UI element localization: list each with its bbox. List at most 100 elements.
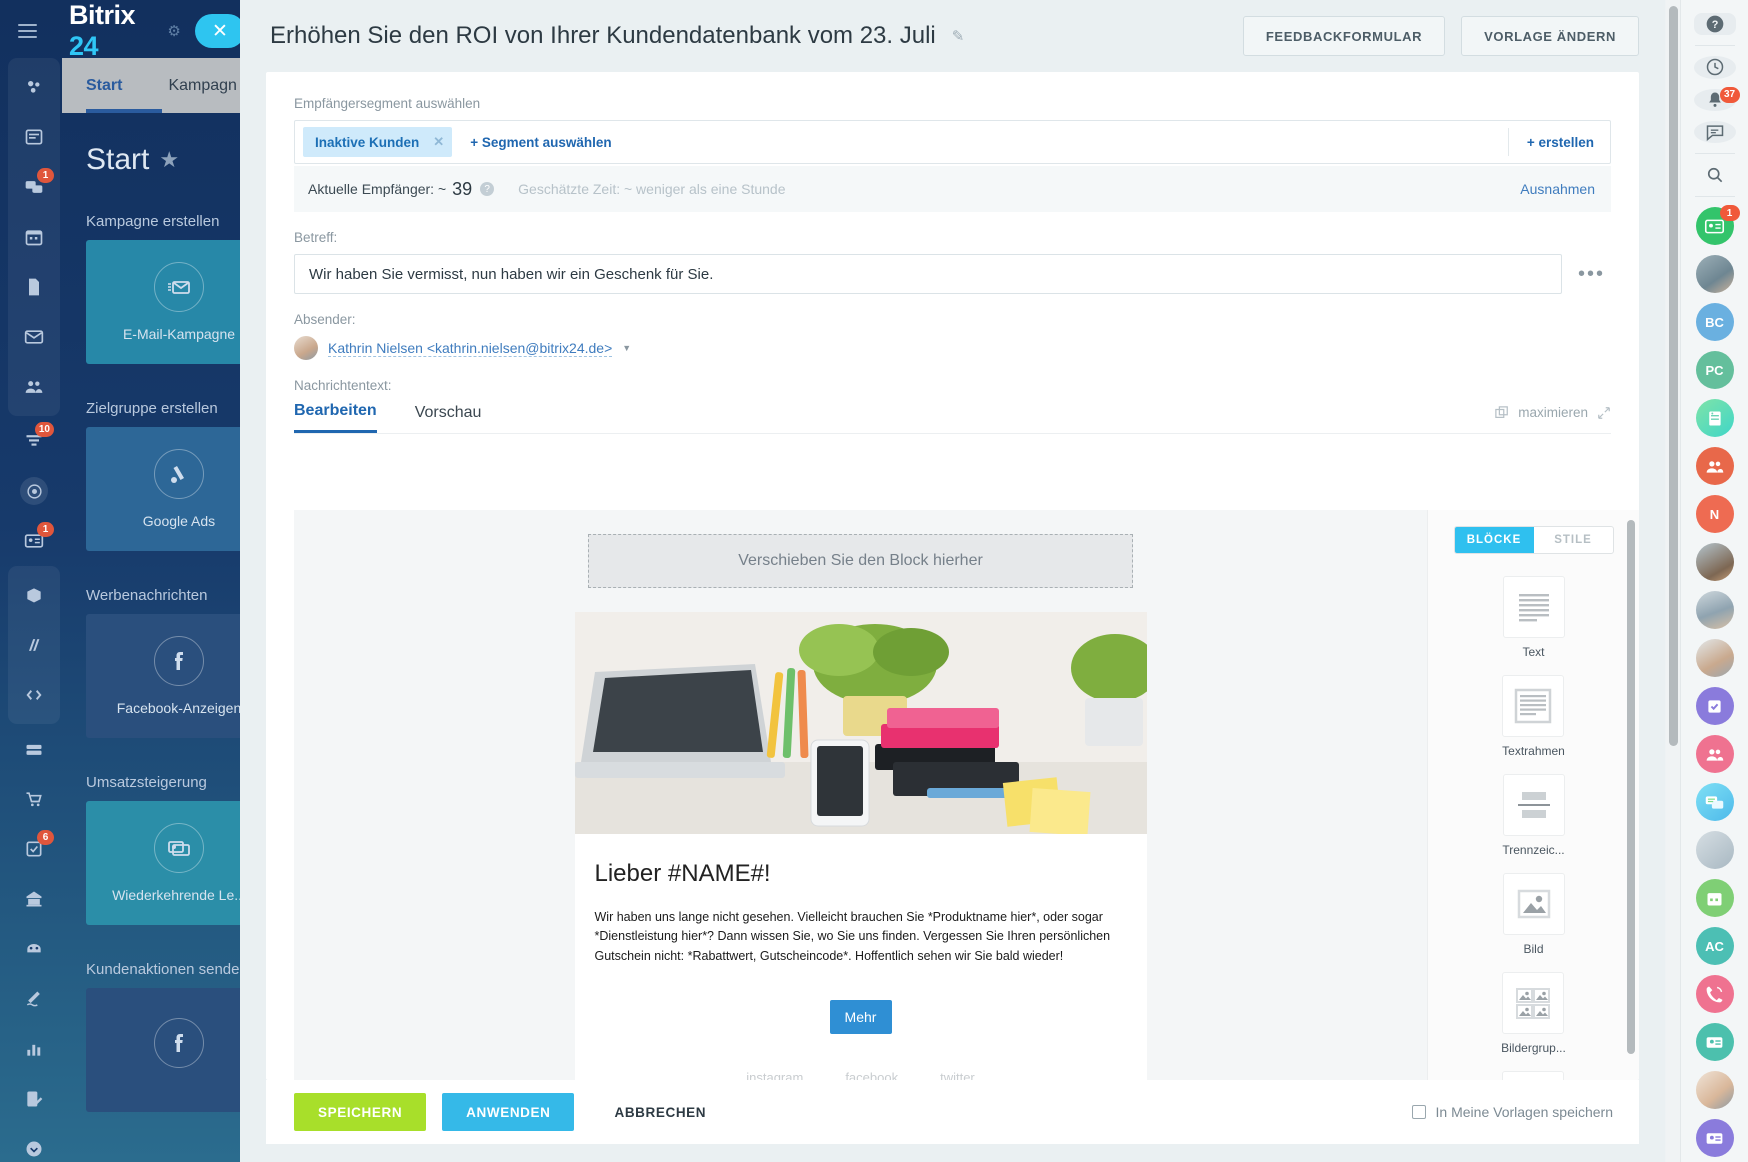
pulse-icon[interactable] <box>1693 56 1736 79</box>
menu-burger-icon[interactable] <box>18 24 38 38</box>
sidebar-item-code[interactable] <box>8 670 60 720</box>
sidebar-item-marketing[interactable] <box>8 924 60 974</box>
sidebar-item-automation[interactable] <box>8 620 60 670</box>
sidebar-item-employees[interactable] <box>8 362 60 412</box>
tab-start[interactable]: Start <box>86 77 122 95</box>
sidebar-item-company[interactable] <box>8 874 60 924</box>
search-icon[interactable] <box>1694 164 1736 186</box>
save-template-checkbox[interactable] <box>1411 1105 1426 1119</box>
subject-more-icon[interactable]: ••• <box>1572 263 1611 286</box>
cancel-button[interactable]: ABBRECHEN <box>590 1093 730 1131</box>
avatar-user-4[interactable] <box>1694 639 1736 678</box>
blocks-scroll-thumb[interactable] <box>1627 520 1635 1054</box>
sidebar-item-funnel[interactable]: 10 <box>8 416 60 466</box>
tab-vorschau[interactable]: Vorschau <box>415 404 482 432</box>
social-instagram[interactable]: instagram <box>746 1070 803 1080</box>
crm-shortcut-3[interactable] <box>1694 1119 1736 1158</box>
block-item-text[interactable]: Text <box>1502 576 1565 659</box>
editor-canvas[interactable]: Verschieben Sie den Block hierher Lieber… <box>294 510 1427 1080</box>
tab-kampagnen[interactable]: Kampagn <box>168 77 237 95</box>
block-item-framedimage[interactable]: Umrahmte... <box>1500 1071 1566 1080</box>
email-paragraph[interactable]: Wir haben uns lange nicht gesehen. Viell… <box>595 908 1127 966</box>
avatar-n[interactable]: N <box>1694 495 1736 534</box>
sidebar-item-storage[interactable] <box>8 724 60 774</box>
messages-icon[interactable] <box>1693 120 1736 144</box>
segment-selector[interactable]: Inaktive Kunden ✕ + Segment auswählen + … <box>294 120 1611 164</box>
remove-segment-icon[interactable]: ✕ <box>433 134 444 150</box>
sidebar-item-more[interactable] <box>8 1124 60 1162</box>
block-item-image[interactable]: Bild <box>1502 873 1565 956</box>
email-cta-button[interactable]: Mehr <box>829 1000 892 1035</box>
feedback-button[interactable]: FEEDBACKFORMULAR <box>1242 16 1446 56</box>
help-question-icon[interactable]: ? <box>480 182 495 196</box>
page-scrollbar[interactable] <box>1666 0 1680 1162</box>
crm-shortcut-2[interactable] <box>1694 1023 1736 1062</box>
documents-shortcut[interactable] <box>1694 399 1736 438</box>
apply-button[interactable]: ANWENDEN <box>442 1093 575 1131</box>
sidebar-item-chat[interactable]: 1 <box>8 162 60 212</box>
sidebar-item-tasks[interactable]: 6 <box>8 824 60 874</box>
save-button[interactable]: SPEICHERN <box>294 1093 427 1131</box>
group-shortcut[interactable] <box>1694 447 1736 486</box>
tasks-shortcut[interactable] <box>1694 687 1736 726</box>
change-template-button[interactable]: VORLAGE ÄNDERN <box>1461 16 1639 56</box>
chevron-down-icon[interactable]: ▼ <box>622 343 631 353</box>
block-drop-zone[interactable]: Verschieben Sie den Block hierher <box>588 534 1133 588</box>
avatar-pc[interactable]: PC <box>1694 351 1736 390</box>
hero-image[interactable] <box>574 612 1147 834</box>
chat-shortcut[interactable] <box>1694 783 1736 822</box>
settings-sliders-icon[interactable]: ⚙ <box>167 22 180 40</box>
avatar-group-stack[interactable] <box>1694 831 1736 870</box>
card-recurring-leads[interactable]: Wiederkehrende Le... <box>86 801 245 925</box>
card-google-ads[interactable]: Google Ads <box>86 427 245 551</box>
maximize-button[interactable]: maximieren <box>1495 405 1611 430</box>
favorite-star-icon[interactable]: ★ <box>159 147 179 173</box>
sender-value[interactable]: Kathrin Nielsen <kathrin.nielsen@bitrix2… <box>328 340 613 357</box>
card-email-campaign[interactable]: E-Mail-Kampagne <box>86 240 245 364</box>
sidebar-item-crm-target[interactable] <box>8 466 60 516</box>
card-facebook-actions[interactable] <box>86 988 245 1112</box>
block-item-divider[interactable]: Trennzeic... <box>1502 774 1565 857</box>
subject-input[interactable] <box>294 254 1562 294</box>
page-scroll-thumb[interactable] <box>1669 6 1678 746</box>
avatar-user-2[interactable] <box>1694 543 1736 582</box>
social-facebook[interactable]: facebook <box>845 1070 898 1080</box>
toggle-styles[interactable]: STILE <box>1534 527 1613 553</box>
avatar-ac[interactable]: AC <box>1694 927 1736 966</box>
sidebar-item-analytics[interactable] <box>8 1024 60 1074</box>
notifications-icon[interactable]: 37 <box>1693 86 1740 111</box>
avatar-user-3[interactable] <box>1694 591 1736 630</box>
calendar-shortcut[interactable] <box>1694 879 1736 918</box>
avatar-user-1[interactable] <box>1694 255 1736 294</box>
edit-pencil-icon[interactable]: ✎ <box>952 27 965 45</box>
sidebar-item-feed[interactable] <box>8 112 60 162</box>
sidebar-item-sites[interactable] <box>8 974 60 1024</box>
add-segment-button[interactable]: + Segment auswählen <box>470 135 611 150</box>
contacts-shortcut[interactable] <box>1694 735 1736 774</box>
avatar-user-5[interactable] <box>1694 1071 1736 1110</box>
crm-contact-icon[interactable]: 1 <box>1694 205 1740 246</box>
avatar-bc[interactable]: BC <box>1694 303 1736 342</box>
sidebar-item-documents[interactable] <box>8 262 60 312</box>
sidebar-item-contacts[interactable]: 1 <box>8 516 60 566</box>
create-segment-button[interactable]: + erstellen <box>1527 135 1608 150</box>
sidebar-item-products[interactable] <box>8 570 60 620</box>
block-item-textframe[interactable]: Textrahmen <box>1502 675 1565 758</box>
card-facebook-ads[interactable]: Facebook-Anzeigen <box>86 614 245 738</box>
sidebar-item-workspace[interactable] <box>8 62 60 112</box>
tab-bearbeiten[interactable]: Bearbeiten <box>294 402 377 433</box>
email-heading[interactable]: Lieber #NAME#! <box>595 860 1127 888</box>
sidebar-item-calendar[interactable] <box>8 212 60 262</box>
help-icon[interactable]: ? <box>1693 13 1736 36</box>
blocks-panel-scrollbar[interactable] <box>1627 520 1635 1072</box>
exceptions-link[interactable]: Ausnahmen <box>1520 181 1595 197</box>
sidebar-item-shop[interactable] <box>8 774 60 824</box>
telephony-shortcut[interactable] <box>1694 975 1736 1014</box>
segment-chip[interactable]: Inaktive Kunden ✕ <box>303 127 453 157</box>
sidebar-item-mail[interactable] <box>8 312 60 362</box>
social-twitter[interactable]: twitter <box>940 1070 975 1080</box>
close-icon[interactable]: ✕ <box>194 14 245 48</box>
block-item-imagegroup[interactable]: Bildergrup... <box>1501 972 1566 1055</box>
toggle-blocks[interactable]: BLÖCKE <box>1454 527 1534 553</box>
sidebar-item-forms[interactable] <box>8 1074 60 1124</box>
